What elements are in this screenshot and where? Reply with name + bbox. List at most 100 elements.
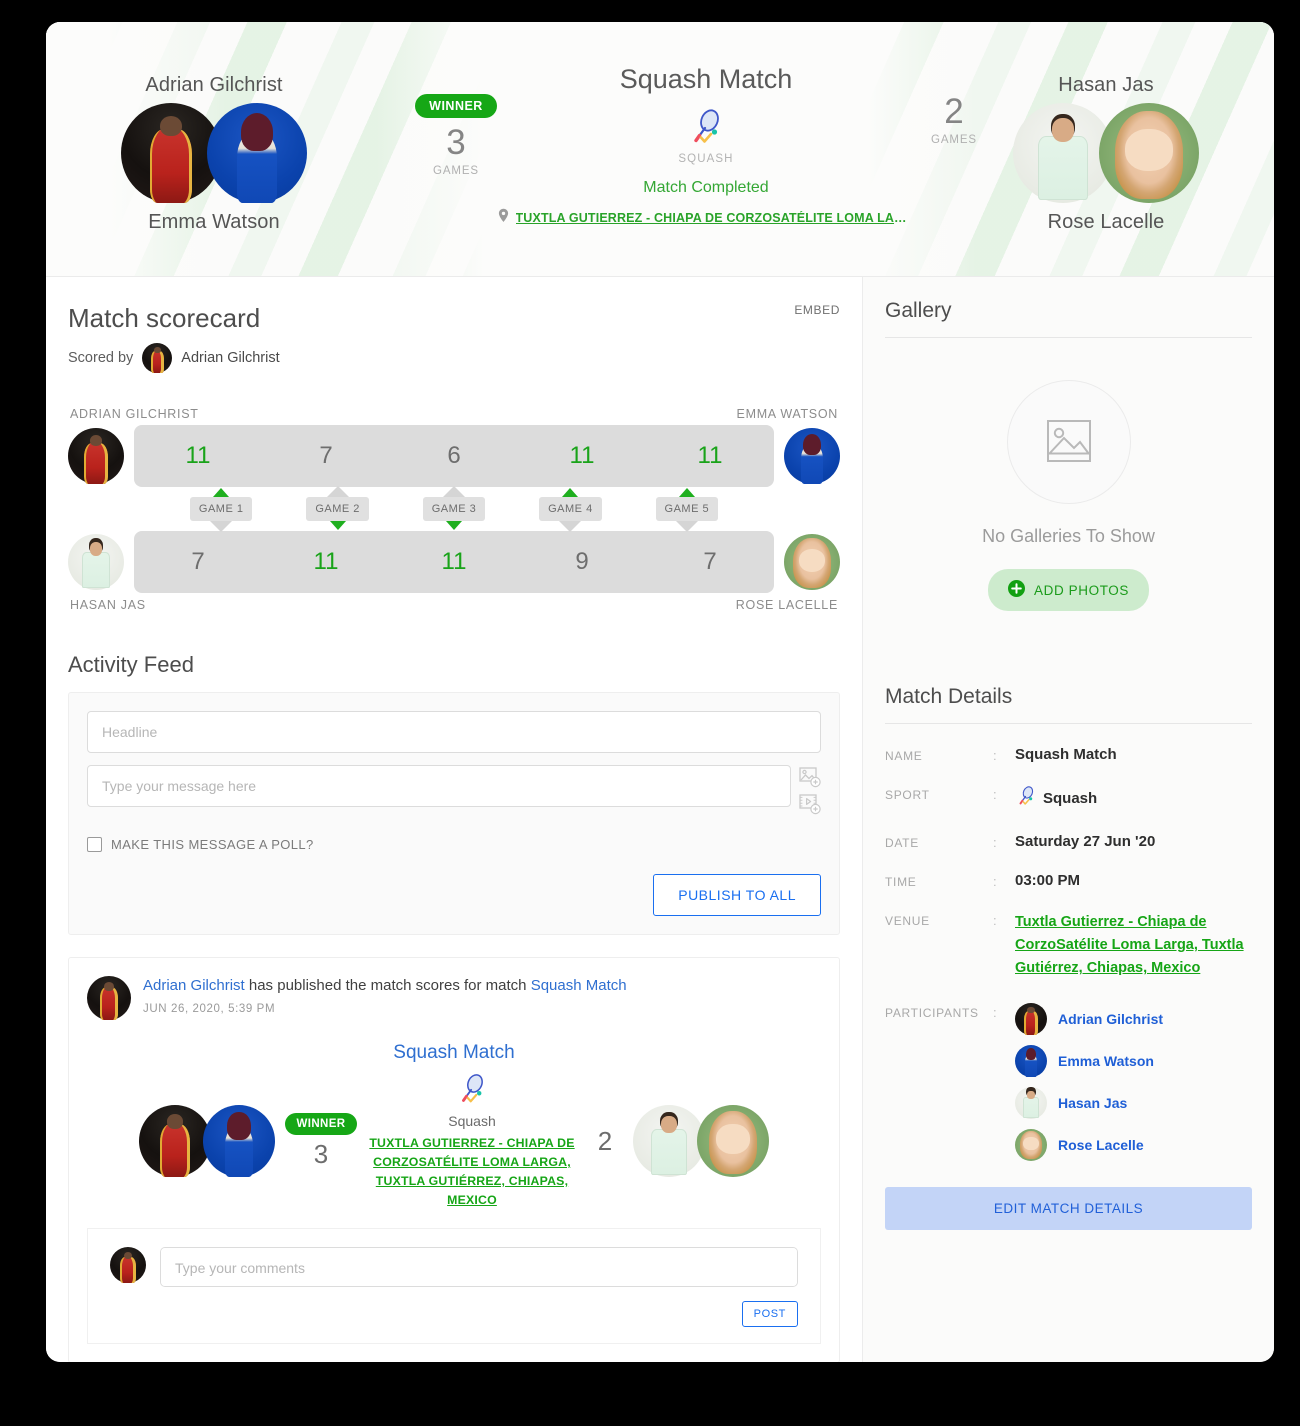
post-match-title[interactable]: Squash Match [69, 1042, 839, 1064]
participant-1[interactable]: Adrian Gilchrist [1015, 1002, 1252, 1035]
participant-avatar-4 [1015, 1128, 1047, 1161]
avatar-adrian-gilchrist[interactable] [121, 103, 221, 203]
scorecard-bottom-score-bar: 7 11 11 9 7 [134, 531, 774, 593]
game-chip-wrap-1: GAME 1 [163, 488, 279, 532]
participant-avatar-2 [1015, 1044, 1047, 1077]
game-arrow-up-5 [678, 488, 695, 497]
avatar-emma-watson[interactable] [207, 103, 307, 203]
scored-by-avatar [142, 343, 173, 373]
header-team-right: Hasan Jas Rose Lacelle [956, 74, 1256, 234]
post-scoreboard: WINNER 3 Squash TUXTLA GUTIERREZ - CHIAP… [69, 1064, 839, 1228]
publish-row: PUBLISH TO ALL [87, 874, 821, 916]
score-cell-top-2: 7 [319, 442, 333, 469]
post-venue-link[interactable]: TUXTLA GUTIERREZ - CHIAPA DE CORZOSATÉLI… [367, 1134, 577, 1210]
post-author-avatar[interactable] [87, 976, 131, 1020]
participant-name-4[interactable]: Rose Lacelle [1058, 1137, 1144, 1153]
add-image-icon[interactable] [799, 766, 821, 788]
scorecard-avatar-adrian [68, 428, 124, 484]
detail-value-venue[interactable]: Tuxtla Gutierrez - Chiapa de CorzoSatéli… [1015, 911, 1252, 981]
post-header: Adrian Gilchrist has published the match… [69, 958, 839, 1026]
detail-key-name: NAME [885, 749, 923, 763]
message-input[interactable] [87, 765, 791, 807]
header-venue-link[interactable]: TUXTLA GUTIERREZ - CHIAPA DE CORZOSATÉLI… [516, 211, 916, 225]
game-arrow-down-4 [559, 521, 582, 532]
comment-user-avatar [110, 1247, 146, 1284]
game-arrow-down-2 [329, 521, 346, 530]
gallery-empty-state: No Galleries To Show ADD PHOTOS [885, 338, 1252, 611]
scorecard-game-labels: GAME 1 GAME 2 GAME 3 GAME 4 GAME 5 [68, 486, 840, 532]
score-cell-top-3: 6 [447, 442, 461, 469]
publish-to-all-button[interactable]: PUBLISH TO ALL [653, 874, 821, 916]
activity-post-card: Adrian Gilchrist has published the match… [68, 957, 840, 1362]
post-center: Squash TUXTLA GUTIERREZ - CHIAPA DE CORZ… [367, 1072, 577, 1210]
participant-4[interactable]: Rose Lacelle [1015, 1128, 1252, 1161]
add-photos-label: ADD PHOTOS [1033, 582, 1129, 598]
avatar-rose-lacelle[interactable] [1099, 103, 1199, 203]
page-body: Match scorecard EMBED Scored by Adrian G… [46, 277, 1274, 1362]
poll-checkbox[interactable] [87, 837, 102, 852]
participants-row: PARTICIPANTS : Adrian Gilchrist Emma Wats… [885, 1002, 1252, 1171]
post-comment-button[interactable]: POST [741, 1301, 798, 1328]
scored-by-name: Adrian Gilchrist [181, 350, 280, 366]
detail-sport-label: Squash [1043, 789, 1098, 807]
participants-colon: : [993, 1004, 997, 1020]
match-page-card: Adrian Gilchrist Emma Watson WINNER 3 GA… [46, 22, 1274, 1362]
detail-value-time: 03:00 PM [1015, 872, 1081, 889]
post-winner-badge: WINNER [285, 1112, 357, 1135]
game-chip-2: GAME 2 [306, 486, 369, 530]
participant-name-1[interactable]: Adrian Gilchrist [1058, 1011, 1163, 1027]
post-match-link[interactable]: Squash Match [531, 977, 627, 994]
game-arrow-up-1 [213, 488, 230, 497]
detail-key-venue: VENUE [885, 914, 930, 928]
header-venue-row: TUXTLA GUTIERREZ - CHIAPA DE CORZOSATÉLI… [426, 208, 986, 228]
participant-2[interactable]: Emma Watson [1015, 1044, 1252, 1077]
game-arrow-down-5 [675, 521, 698, 532]
headline-input[interactable] [87, 711, 821, 753]
post-right-score: 2 [597, 1125, 613, 1156]
detail-row-venue: VENUE: Tuxtla Gutierrez - Chiapa de Corzo… [885, 911, 1252, 981]
compose-box: MAKE THIS MESSAGE A POLL? PUBLISH TO ALL [68, 692, 840, 935]
header-right-bottom-player-name: Rose Lacelle [1047, 211, 1165, 233]
header-team-left: Adrian Gilchrist Emma Watson [64, 74, 364, 234]
participant-name-3[interactable]: Hasan Jas [1058, 1095, 1127, 1111]
post-avatar-hasan [633, 1105, 705, 1178]
participant-name-2[interactable]: Emma Watson [1058, 1053, 1154, 1069]
embed-button[interactable]: EMBED [794, 303, 840, 317]
add-photos-button[interactable]: ADD PHOTOS [987, 569, 1149, 611]
scorecard-avatar-emma [784, 428, 840, 484]
game-chip-1: GAME 1 [189, 488, 253, 532]
score-cell-top-4: 11 [569, 442, 595, 469]
game-chip-3: GAME 3 [422, 486, 486, 530]
scorecard-title: Match scorecard [68, 303, 261, 333]
poll-row[interactable]: MAKE THIS MESSAGE A POLL? [87, 837, 821, 852]
detail-row-name: NAME: Squash Match [885, 746, 1252, 763]
score-cell-bottom-3: 11 [441, 548, 467, 575]
game-label-1: GAME 1 [189, 497, 253, 521]
comment-input[interactable] [160, 1247, 798, 1288]
add-video-icon[interactable] [799, 793, 821, 815]
edit-match-details-button[interactable]: EDIT MATCH DETAILS [885, 1186, 1252, 1230]
match-details-block: Match Details NAME: Squash Match SPORT: Squ… [885, 685, 1252, 1230]
scorecard-top-score-bar: 11 7 6 11 11 [134, 425, 774, 487]
participant-3[interactable]: Hasan Jas [1015, 1086, 1252, 1119]
header-left-bottom-player-name: Emma Watson [148, 211, 280, 233]
score-cell-top-1: 11 [185, 442, 211, 469]
game-label-5: GAME 5 [655, 497, 719, 521]
participants-list: Adrian Gilchrist Emma Watson Hasan Jas Rose… [1015, 1002, 1252, 1171]
header-right-top-player-name: Hasan Jas [1058, 74, 1154, 96]
header-sport-label: SQUASH [678, 153, 734, 165]
detail-key-time: TIME [885, 875, 917, 889]
detail-colon-sport: : [993, 787, 997, 802]
page-title: Squash Match [619, 64, 793, 94]
comment-row [110, 1247, 798, 1288]
scorecard-avatar-hasan [68, 534, 124, 590]
plus-circle-icon [1007, 580, 1025, 600]
no-galleries-text: No Galleries To Show [982, 526, 1155, 546]
avatar-hasan-jas[interactable] [1013, 103, 1113, 203]
game-chip-wrap-2: GAME 2 [279, 486, 395, 530]
detail-key-sport: SPORT [885, 788, 930, 802]
post-author-link[interactable]: Adrian Gilchrist [143, 977, 245, 994]
score-cell-bottom-5: 7 [703, 548, 717, 575]
match-header: Adrian Gilchrist Emma Watson WINNER 3 GA… [46, 22, 1274, 277]
game-label-3: GAME 3 [422, 497, 486, 521]
